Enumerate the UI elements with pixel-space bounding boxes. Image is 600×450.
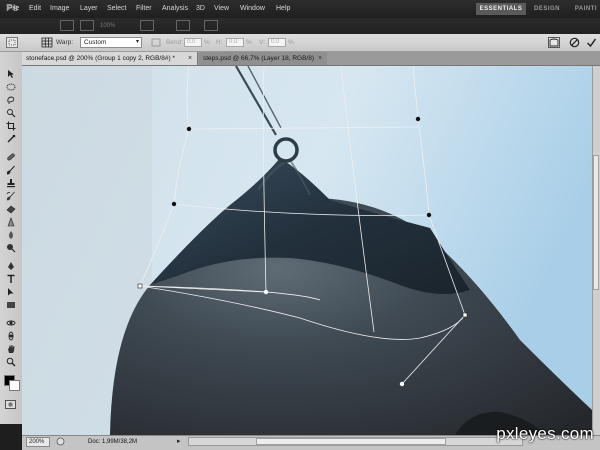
menu-image[interactable]: Image: [50, 0, 69, 18]
commit-transform-icon[interactable]: [586, 37, 597, 48]
menu-analysis[interactable]: Analysis: [162, 0, 188, 18]
mini-bridge-icon[interactable]: [80, 20, 94, 31]
options-bar: Warp: Custom ▾ Bend: 0.0 % H: 0.0 % V: 0…: [0, 34, 600, 52]
3d-rotate-icon[interactable]: [6, 318, 16, 328]
menu-file[interactable]: File: [8, 0, 19, 18]
status-info-icon[interactable]: [56, 437, 65, 446]
doc-size: Doc: 1,99M/38,2M: [88, 439, 138, 445]
menu-layer[interactable]: Layer: [80, 0, 98, 18]
menu-bar: Ps File Edit Image Layer Select Filter A…: [0, 0, 600, 19]
h-label: H:: [216, 39, 223, 46]
move-tool-icon[interactable]: [6, 69, 16, 79]
menu-edit[interactable]: Edit: [29, 0, 41, 18]
workspace-design[interactable]: DESIGN: [532, 3, 562, 15]
v-unit: %: [288, 39, 294, 46]
warp-grid-icon[interactable]: [41, 37, 53, 48]
healing-brush-icon[interactable]: [6, 152, 16, 162]
status-menu-arrow-icon[interactable]: ▸: [177, 437, 185, 446]
bend-field[interactable]: 0.0: [184, 38, 202, 47]
vertical-scroll-thumb[interactable]: [593, 155, 599, 290]
path-select-icon[interactable]: [6, 287, 16, 297]
3d-orbit-icon[interactable]: [6, 331, 16, 341]
document-tabs: stoneface.psd @ 200% (Group 1 copy 2, RG…: [22, 52, 600, 66]
zoom-field[interactable]: 200%: [26, 437, 50, 447]
bridge-icon[interactable]: [60, 20, 74, 31]
h-distortion-field[interactable]: 0.0: [226, 38, 244, 47]
type-tool-icon[interactable]: [6, 274, 16, 284]
brush-tool-icon[interactable]: [6, 165, 16, 175]
marquee-tool-icon[interactable]: [6, 82, 16, 92]
tools-panel: [0, 52, 23, 424]
menu-help[interactable]: Help: [276, 0, 290, 18]
zoom-tool-icon[interactable]: [6, 357, 16, 367]
close-icon[interactable]: ×: [188, 52, 192, 65]
close-icon[interactable]: ×: [318, 52, 322, 65]
quick-select-icon[interactable]: [6, 108, 16, 118]
warp-toggle-icon[interactable]: [548, 37, 560, 48]
view-extras-icon[interactable]: [140, 20, 154, 31]
warp-style-value: Custom: [84, 39, 107, 46]
zoom-level[interactable]: 100%: [100, 21, 115, 31]
workspace-painting[interactable]: PAINTI: [572, 3, 600, 15]
cancel-transform-icon[interactable]: [569, 37, 580, 48]
background-color-swatch[interactable]: [9, 380, 20, 391]
menu-window[interactable]: Window: [240, 0, 265, 18]
tab-steps[interactable]: steps.psd @ 66,7% (Layer 18, RGB/8) ×: [199, 52, 327, 65]
menu-select[interactable]: Select: [107, 0, 126, 18]
change-orientation-icon[interactable]: [150, 37, 162, 48]
hand-tool-icon[interactable]: [6, 344, 16, 354]
blur-icon[interactable]: [6, 230, 16, 240]
bend-unit: %: [204, 39, 210, 46]
warp-label: Warp:: [56, 39, 74, 46]
screen-mode-icon[interactable]: [204, 20, 218, 31]
document-canvas[interactable]: [22, 66, 592, 435]
gradient-icon[interactable]: [6, 217, 16, 227]
menu-view[interactable]: View: [214, 0, 229, 18]
h-unit: %: [246, 39, 252, 46]
application-bar: 100%: [0, 18, 600, 35]
tool-preset-icon[interactable]: [6, 37, 18, 48]
eraser-icon[interactable]: [6, 204, 16, 214]
watermark: pxleyes.com: [496, 424, 594, 443]
menu-3d[interactable]: 3D: [196, 0, 205, 18]
bend-label: Bend:: [166, 39, 183, 46]
eyedropper-icon[interactable]: [6, 134, 16, 144]
arrange-documents-icon[interactable]: [176, 20, 190, 31]
tab-stoneface[interactable]: stoneface.psd @ 200% (Group 1 copy 2, RG…: [22, 52, 198, 65]
lasso-tool-icon[interactable]: [6, 95, 16, 105]
v-label: V:: [259, 39, 265, 46]
tab-label: steps.psd @ 66,7% (Layer 18, RGB/8): [203, 55, 315, 62]
clone-stamp-icon[interactable]: [6, 178, 16, 188]
chevron-down-icon: ▾: [135, 39, 139, 45]
horizontal-scroll-thumb[interactable]: [256, 438, 446, 445]
dodge-icon[interactable]: [6, 243, 16, 253]
v-distortion-field[interactable]: 0.0: [268, 38, 286, 47]
workspace-essentials[interactable]: ESSENTIALS: [476, 3, 526, 15]
history-brush-icon[interactable]: [6, 191, 16, 201]
pen-tool-icon[interactable]: [6, 261, 16, 271]
tab-label: stoneface.psd @ 200% (Group 1 copy 2, RG…: [26, 55, 175, 62]
menu-filter[interactable]: Filter: [136, 0, 152, 18]
shape-tool-icon[interactable]: [6, 300, 16, 310]
quick-mask-icon[interactable]: [5, 400, 16, 409]
crop-tool-icon[interactable]: [6, 121, 16, 131]
warp-style-select[interactable]: Custom ▾: [80, 37, 142, 48]
